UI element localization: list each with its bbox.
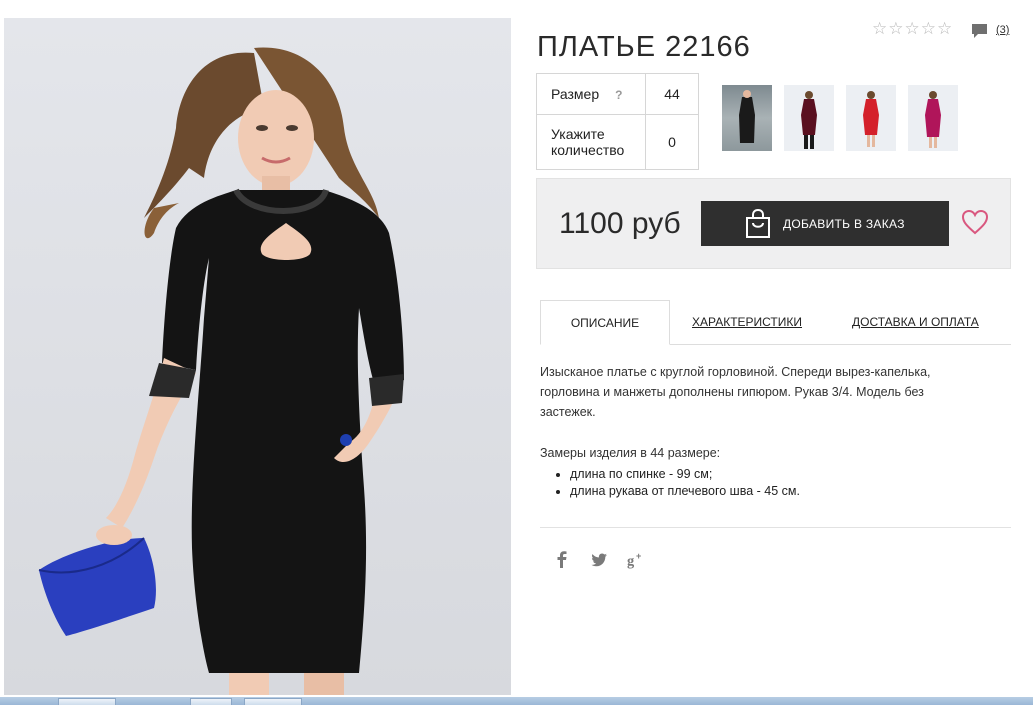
size-label: Размер bbox=[551, 86, 600, 102]
quantity-label: Укажите количество bbox=[551, 126, 625, 158]
star-icon[interactable]: ☆ bbox=[872, 20, 887, 38]
thumbnail-black[interactable] bbox=[722, 85, 772, 151]
buy-box: 1100 руб ДОБАВИТЬ В ЗАКАЗ bbox=[536, 178, 1011, 269]
list-item: длина рукава от плечевого шва - 45 см. bbox=[570, 483, 800, 500]
comments-count-link[interactable]: (3) bbox=[996, 24, 1009, 36]
tab-delivery-payment[interactable]: ДОСТАВКА И ОПЛАТА bbox=[852, 300, 979, 344]
twitter-icon[interactable] bbox=[590, 550, 608, 570]
add-to-order-label: ДОБАВИТЬ В ЗАКАЗ bbox=[783, 216, 905, 231]
star-icon[interactable]: ☆ bbox=[921, 20, 936, 38]
thumbnail-red[interactable] bbox=[846, 85, 896, 151]
os-taskbar bbox=[0, 697, 1033, 705]
list-item: длина по спинке - 99 см; bbox=[570, 466, 800, 483]
wishlist-heart-icon[interactable] bbox=[961, 209, 989, 235]
star-icon[interactable]: ☆ bbox=[905, 20, 920, 38]
product-description: Изысканое платье с круглой горловиной. С… bbox=[540, 365, 931, 419]
thumbnail-gallery bbox=[722, 85, 958, 151]
model-illustration bbox=[38, 47, 404, 695]
product-title: ПЛАТЬЕ 22166 bbox=[537, 31, 751, 64]
divider bbox=[540, 527, 1011, 528]
star-icon[interactable]: ☆ bbox=[937, 20, 952, 38]
thumbnail-burgundy[interactable] bbox=[784, 85, 834, 151]
product-main-photo[interactable] bbox=[4, 18, 511, 695]
svg-text:g: g bbox=[627, 553, 635, 569]
quantity-input[interactable]: 0 bbox=[645, 114, 699, 170]
shopping-bag-icon bbox=[746, 208, 770, 238]
comment-icon[interactable] bbox=[971, 23, 988, 39]
google-plus-icon[interactable]: g + bbox=[627, 550, 645, 570]
size-select[interactable]: 44 bbox=[645, 73, 699, 115]
facebook-icon[interactable] bbox=[553, 550, 571, 570]
star-icon[interactable]: ☆ bbox=[888, 20, 903, 38]
tab-characteristics[interactable]: ХАРАКТЕРИСТИКИ bbox=[692, 300, 802, 344]
svg-text:+: + bbox=[636, 551, 641, 561]
taskbar-button[interactable] bbox=[58, 698, 116, 705]
add-to-order-button[interactable]: ДОБАВИТЬ В ЗАКАЗ bbox=[701, 201, 949, 246]
product-options-table: Размер? 44 Укажите количество 0 bbox=[536, 73, 699, 170]
taskbar-button[interactable] bbox=[190, 698, 232, 705]
tab-description[interactable]: ОПИСАНИЕ bbox=[540, 300, 670, 345]
rating-stars[interactable]: ☆ ☆ ☆ ☆ ☆ bbox=[872, 20, 952, 38]
size-help-icon[interactable]: ? bbox=[615, 88, 622, 102]
taskbar-button[interactable] bbox=[244, 698, 302, 705]
social-share: g + bbox=[553, 550, 645, 570]
measures-list: длина по спинке - 99 см; длина рукава от… bbox=[552, 466, 800, 500]
product-tabs: ОПИСАНИЕ ХАРАКТЕРИСТИКИ ДОСТАВКА И ОПЛАТ… bbox=[540, 300, 1011, 345]
product-price: 1100 руб bbox=[559, 207, 681, 240]
measures-title: Замеры изделия в 44 размере: bbox=[540, 446, 721, 460]
thumbnail-magenta[interactable] bbox=[908, 85, 958, 151]
